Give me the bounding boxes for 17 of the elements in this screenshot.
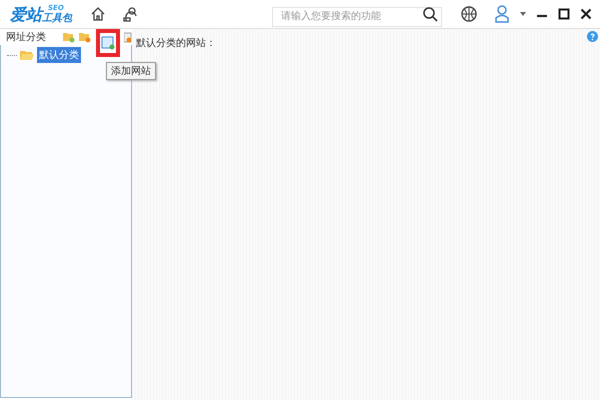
help-icon[interactable]: [587, 31, 598, 42]
content-label: 默认分类的网站：: [136, 38, 216, 49]
logo-subtext: 工具包: [42, 13, 72, 24]
caret-icon[interactable]: [520, 12, 526, 16]
basketball-icon[interactable]: [460, 5, 478, 23]
maximize-icon[interactable]: [558, 8, 570, 20]
panel-title: 网址分类: [6, 30, 46, 44]
tree-item[interactable]: 默认分类: [37, 47, 81, 63]
tooltip: 添加网站: [106, 62, 156, 80]
folder-icon: [20, 50, 34, 60]
close-icon[interactable]: [580, 8, 592, 20]
search-icon[interactable]: [422, 6, 438, 22]
home-icon[interactable]: [90, 6, 106, 22]
logo-text: 爱站: [10, 6, 42, 24]
search-field[interactable]: 请输入您要搜索的功能: [272, 6, 442, 26]
user-icon[interactable]: [494, 5, 510, 23]
add-site-icon[interactable]: [101, 36, 115, 50]
